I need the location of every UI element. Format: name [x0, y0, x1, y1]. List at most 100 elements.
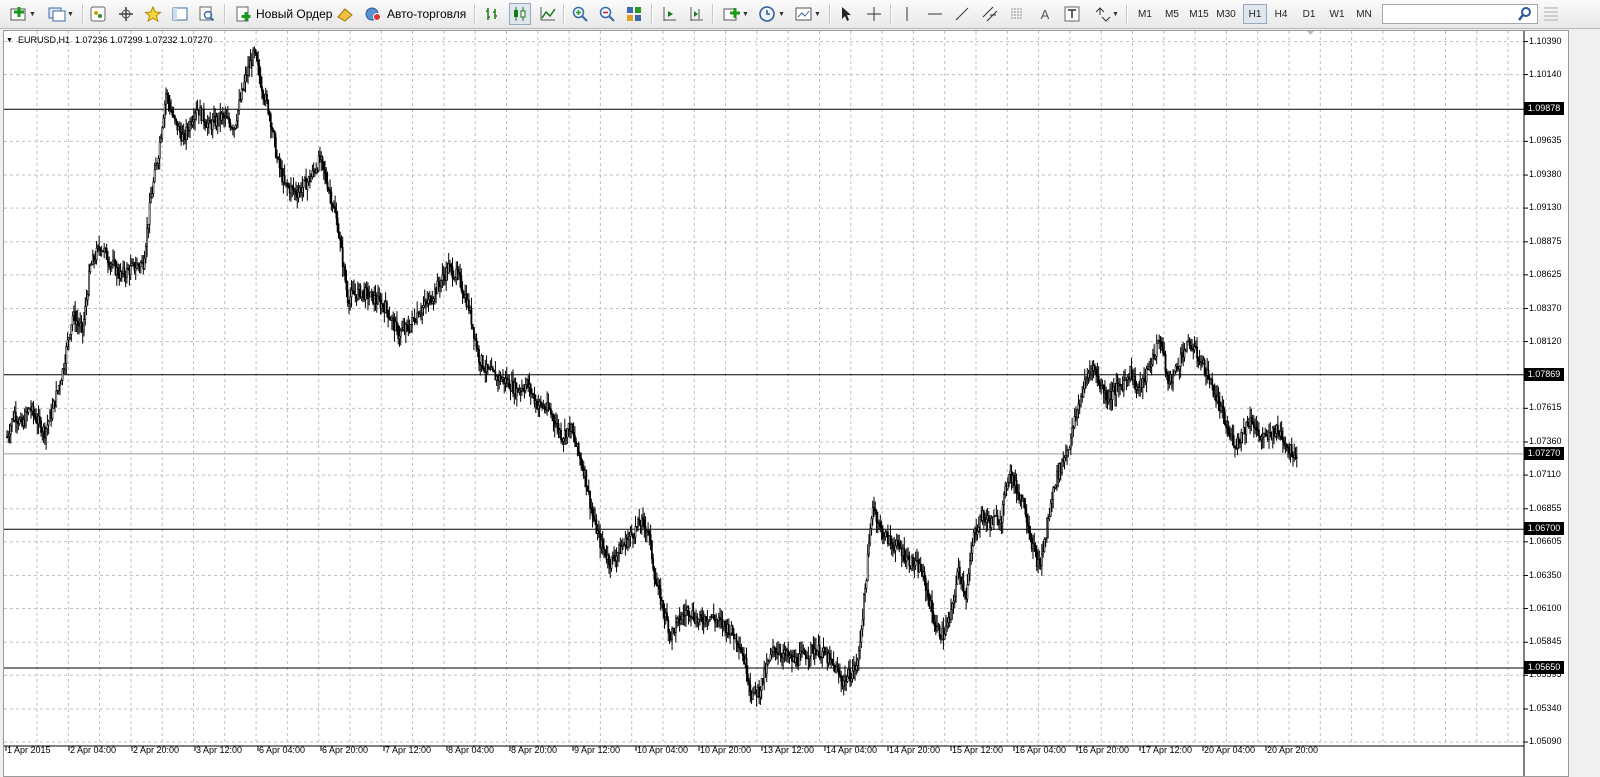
timeframe-m5-button[interactable]: M5	[1160, 4, 1184, 24]
trendline-button[interactable]	[952, 3, 972, 25]
chart-shift-button[interactable]	[686, 3, 706, 25]
candle-body	[1069, 436, 1072, 449]
candle-body	[473, 327, 475, 339]
candle-body	[1162, 346, 1164, 354]
bar-chart-icon	[484, 6, 500, 22]
candle-body	[1178, 366, 1181, 370]
equidistant-channel-button[interactable]	[980, 3, 1000, 25]
horizontal-line-button[interactable]	[925, 3, 945, 25]
candle-body	[25, 411, 27, 426]
candle-body	[950, 608, 952, 620]
candle-body	[818, 644, 821, 659]
templates-button[interactable]: ▼	[792, 3, 824, 25]
y-tick-label: 1.07110	[1529, 469, 1561, 480]
metaeditor-button[interactable]	[334, 3, 356, 25]
candle-body	[508, 379, 511, 389]
x-tick-label: 15 Apr 12:00	[952, 745, 1004, 755]
timeframe-h1-button[interactable]: H1	[1243, 4, 1267, 24]
profiles-button[interactable]: ▼	[44, 3, 78, 25]
candle-body	[676, 618, 679, 623]
candle-body	[1188, 340, 1191, 346]
price-chart[interactable]	[4, 31, 1568, 776]
candle-body	[1027, 522, 1029, 527]
navigator-icon	[118, 6, 134, 22]
candle-body	[261, 86, 263, 92]
search-icon[interactable]	[1517, 6, 1533, 22]
timeframe-d1-button[interactable]: D1	[1297, 4, 1321, 24]
candle-body	[671, 628, 673, 640]
candle-body	[283, 175, 286, 184]
candle-body	[1196, 346, 1198, 359]
chart-menu-triangle-icon[interactable]: ▼	[6, 37, 13, 44]
market-watch-button[interactable]	[88, 3, 108, 25]
candle-body	[620, 546, 623, 554]
market-watch-icon	[90, 6, 106, 22]
navigator-button[interactable]	[116, 3, 136, 25]
timeframe-m30-button[interactable]: M30	[1214, 4, 1238, 24]
candle-body	[14, 411, 17, 422]
candle-body	[543, 406, 546, 410]
candle-body	[418, 313, 421, 317]
fibonacci-button[interactable]	[1007, 3, 1027, 25]
bar-chart-button[interactable]	[482, 3, 502, 25]
timeframe-mn-button[interactable]: MN	[1352, 4, 1376, 24]
new-chart-button[interactable]: ▼	[6, 3, 40, 25]
candle-body	[932, 611, 935, 623]
timeframe-w1-button[interactable]: W1	[1325, 4, 1349, 24]
new-order-label: Новый Ордер	[256, 7, 333, 21]
candle-body	[89, 264, 92, 272]
vertical-line-button[interactable]	[897, 3, 917, 25]
candle-body	[409, 324, 412, 332]
candle-body	[173, 115, 176, 120]
candle-body	[64, 362, 66, 370]
indicators-button[interactable]: ▼	[720, 3, 752, 25]
favorites-button[interactable]	[143, 3, 163, 25]
crosshair-button[interactable]	[864, 3, 884, 25]
timeframe-m1-button[interactable]: M1	[1133, 4, 1157, 24]
candlestick-chart-button[interactable]	[509, 3, 531, 25]
new-order-button[interactable]: Новый Ордер	[231, 3, 336, 25]
candle-body	[945, 625, 947, 635]
candle-body	[572, 431, 575, 436]
tile-windows-icon	[626, 6, 642, 22]
y-tick-label: 1.08370	[1529, 302, 1562, 313]
candle-body	[483, 367, 485, 372]
cursor-button[interactable]	[836, 3, 856, 25]
terminal-button[interactable]	[170, 3, 190, 25]
auto-scroll-button[interactable]	[659, 3, 679, 25]
candle-body	[870, 518, 873, 529]
arrows-button[interactable]: ▼	[1090, 3, 1122, 25]
candle-body	[46, 424, 49, 430]
timeframe-h4-button[interactable]: H4	[1269, 4, 1293, 24]
zoom-out-button[interactable]	[597, 3, 617, 25]
candle-body	[741, 653, 744, 656]
tester-button[interactable]	[197, 3, 217, 25]
tile-windows-button[interactable]	[624, 3, 644, 25]
candle-body	[971, 545, 974, 554]
candle-body	[440, 280, 443, 287]
candle-body	[123, 267, 126, 276]
chart-window[interactable]	[3, 30, 1569, 777]
candle-body	[573, 435, 576, 443]
text-label-button[interactable]	[1062, 3, 1082, 25]
candle-body	[459, 272, 461, 277]
timeframe-m15-button[interactable]: M15	[1187, 4, 1211, 24]
line-chart-button[interactable]	[538, 3, 558, 25]
candle-body	[903, 547, 906, 561]
candle-body	[1096, 373, 1099, 377]
text-tool-button[interactable]: A	[1035, 3, 1055, 25]
periods-button[interactable]: ▼	[756, 3, 788, 25]
candle-body	[748, 680, 750, 685]
search-input[interactable]	[1382, 4, 1538, 24]
candle-body	[537, 405, 540, 409]
candle-body	[992, 516, 995, 525]
y-tick-label: 1.10390	[1529, 35, 1562, 46]
toolbar-scroll-grip[interactable]	[1538, 4, 1562, 24]
chart-header: ▼ EURUSD,H1 1.07236 1.07299 1.07232 1.07…	[6, 35, 213, 45]
candle-body	[209, 119, 212, 124]
candle-body	[1105, 390, 1108, 401]
line-chart-icon	[540, 6, 556, 22]
zoom-in-button[interactable]	[570, 3, 590, 25]
auto-trading-button[interactable]: Авто-торговля	[360, 3, 470, 25]
x-tick-label: 2 Apr 04:00	[70, 745, 117, 755]
